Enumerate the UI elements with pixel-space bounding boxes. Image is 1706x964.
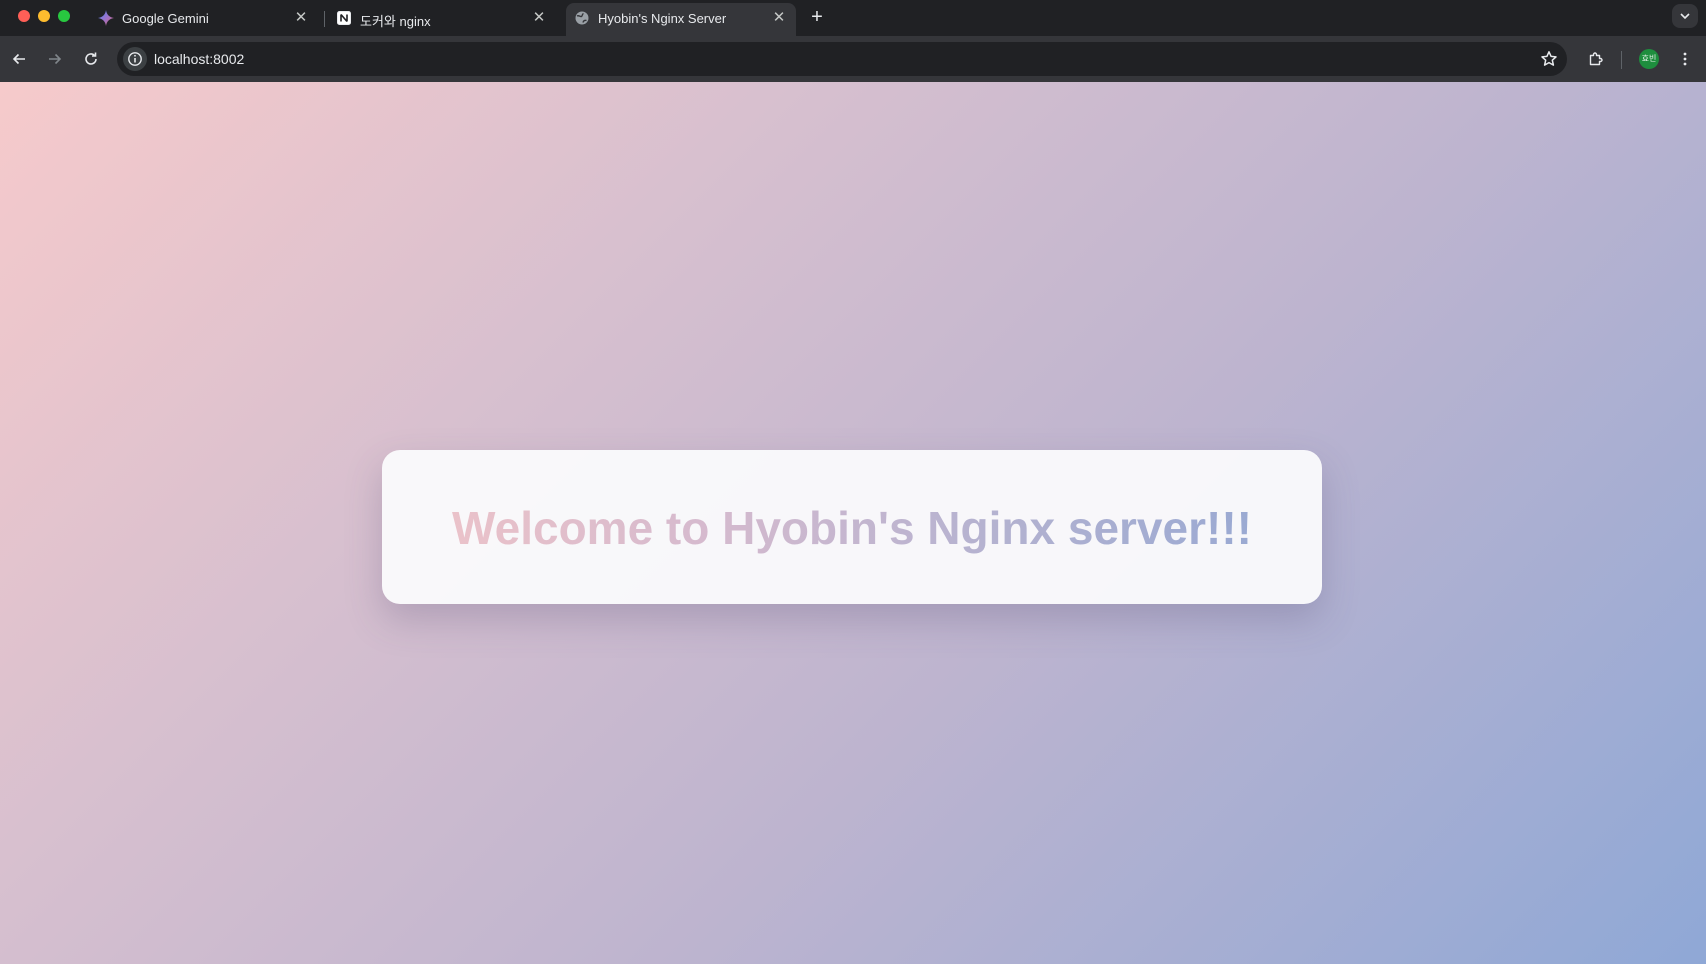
tab-title: Hyobin's Nginx Server: [598, 11, 727, 26]
globe-icon: [574, 10, 590, 26]
gemini-sparkle-icon: [98, 10, 114, 26]
arrow-right-icon: [49, 53, 62, 65]
maximize-window-button[interactable]: [58, 10, 70, 22]
reload-button[interactable]: [79, 47, 103, 71]
toolbar-divider: [1621, 51, 1622, 69]
tab-hyobin-nginx-server[interactable]: Hyobin's Nginx Server ✕: [566, 3, 796, 36]
more-vert-icon: [1683, 52, 1687, 66]
new-tab-button[interactable]: +: [806, 6, 828, 28]
welcome-heading: Welcome to Hyobin's Nginx server!!!: [382, 502, 1322, 554]
close-tab-icon[interactable]: ✕: [292, 9, 310, 27]
tab-title: Google Gemini: [122, 11, 209, 26]
reload-icon: [85, 52, 97, 65]
bookmark-star-button[interactable]: [1539, 49, 1559, 69]
profile-avatar[interactable]: 효빈: [1639, 49, 1659, 69]
tab-google-gemini[interactable]: Google Gemini ✕: [90, 3, 318, 36]
welcome-card: Welcome to Hyobin's Nginx server!!!: [382, 450, 1322, 604]
back-button[interactable]: [7, 47, 31, 71]
page-viewport: Welcome to Hyobin's Nginx server!!!: [0, 82, 1706, 964]
close-window-button[interactable]: [18, 10, 30, 22]
site-info-button[interactable]: [123, 47, 147, 71]
url-text[interactable]: localhost:8002: [154, 51, 244, 67]
menu-button[interactable]: [1673, 47, 1697, 71]
toolbar: localhost:8002 효빈: [0, 36, 1706, 82]
notion-icon: [336, 10, 352, 26]
minimize-window-button[interactable]: [38, 10, 50, 22]
star-icon: [1541, 51, 1557, 66]
tab-title: 도커와 nginx: [360, 14, 431, 29]
arrow-left-icon: [12, 53, 25, 65]
close-tab-icon[interactable]: ✕: [770, 9, 788, 27]
tab-separator: [324, 11, 325, 27]
address-bar[interactable]: localhost:8002: [117, 42, 1567, 76]
chevron-down-icon: [1680, 13, 1690, 20]
tab-docker-nginx[interactable]: 도커와 nginx ✕: [328, 3, 556, 36]
forward-button[interactable]: [43, 47, 67, 71]
extensions-button[interactable]: [1584, 47, 1608, 71]
puzzle-icon: [1589, 52, 1603, 66]
tab-strip: Google Gemini ✕ 도커와 nginx ✕ Hyobin's Ngi: [0, 0, 1706, 36]
tab-search-button[interactable]: [1672, 4, 1698, 28]
browser-window: Google Gemini ✕ 도커와 nginx ✕ Hyobin's Ngi: [0, 0, 1706, 964]
info-icon: [128, 52, 142, 66]
close-tab-icon[interactable]: ✕: [530, 9, 548, 27]
